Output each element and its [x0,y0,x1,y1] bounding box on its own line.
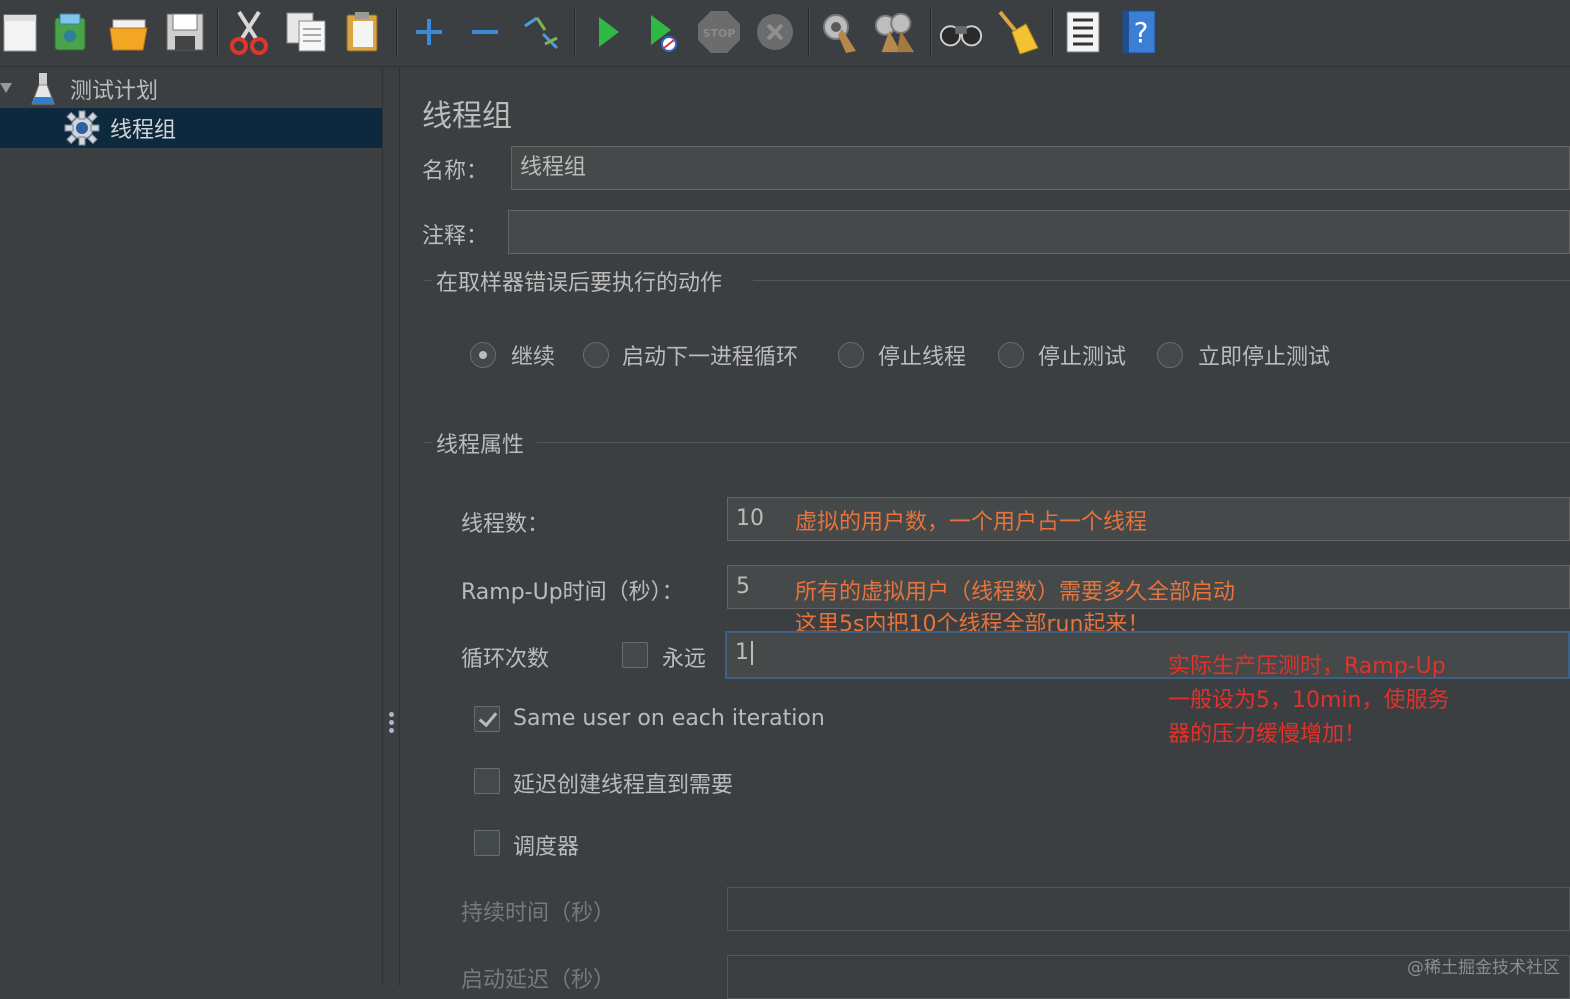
radio-button[interactable] [998,342,1024,368]
group-border [424,280,432,281]
tree-item-test-plan[interactable]: 测试计划 [0,69,382,109]
split-pane-divider[interactable] [382,67,400,986]
group-border [537,442,1570,443]
cut-icon[interactable] [226,6,272,58]
grip-dot [389,728,394,733]
thread-properties-group-title: 线程属性 [436,433,525,458]
threads-annotation: 虚拟的用户数，一个用户占一个线程 [795,510,1148,535]
stop-icon[interactable]: STOP [696,6,742,58]
duration-input[interactable] [727,887,1570,931]
comment-input[interactable] [508,210,1570,254]
svg-text:?: ? [1134,16,1149,49]
toolbar-separator [808,8,810,58]
error-action-group-title: 在取样器错误后要执行的动作 [436,271,723,296]
page-title: 线程组 [422,99,512,134]
toggle-icon[interactable] [518,6,564,58]
function-helper-icon[interactable] [1060,6,1106,58]
radio-button[interactable] [1157,342,1183,368]
red-annotation-3: 器的压力缓慢增加！ [1168,722,1367,747]
loop-count-label: 循环次数 [461,647,550,672]
collapse-icon[interactable] [462,6,508,58]
threads-label: 线程数： [461,512,550,537]
grip-dot [389,712,394,717]
radio-label: 启动下一进程循环 [622,345,799,370]
radio-button[interactable] [583,342,609,368]
gear-icon [64,110,100,152]
templates-icon[interactable] [48,6,94,58]
forever-label: 永远 [662,647,707,672]
group-border [753,280,1570,281]
start-icon[interactable] [584,6,630,58]
toolbar-separator [217,8,219,58]
reset-search-icon[interactable] [994,6,1040,58]
name-label: 名称： [422,159,489,184]
clear-icon[interactable] [816,6,862,58]
startup-delay-label: 启动延迟（秒） [461,968,616,993]
tree-item-label: 测试计划 [70,79,159,104]
comment-label: 注释： [422,224,489,249]
delay-thread-creation-checkbox[interactable] [474,768,500,794]
radio-button[interactable] [838,342,864,368]
toolbar: STOP ? [0,0,1570,67]
expand-arrow-icon[interactable] [0,83,12,93]
radio-label: 停止线程 [878,345,967,370]
clear-all-icon[interactable] [872,6,918,58]
text-cursor [751,641,753,665]
svg-text:STOP: STOP [703,27,736,40]
radio-button[interactable] [470,342,496,368]
red-annotation-2: 一般设为5，10min，使服务 [1168,688,1450,713]
shutdown-icon[interactable] [752,6,798,58]
new-icon[interactable] [0,6,44,58]
radio-label: 继续 [511,345,556,370]
forever-checkbox[interactable] [622,642,648,668]
duration-label: 持续时间（秒） [461,901,616,926]
delay-thread-creation-label: 延迟创建线程直到需要 [513,773,734,798]
radio-label: 停止测试 [1038,345,1127,370]
grip-dot [389,720,394,725]
save-icon[interactable] [162,6,208,58]
red-annotation-1: 实际生产压测时，Ramp-Up [1168,654,1446,679]
tree-item-label: 线程组 [110,118,177,143]
watermark: @稀土掘金技术社区 [1407,958,1560,978]
rampup-annotation-1: 所有的虚拟用户（线程数）需要多久全部启动 [795,580,1236,605]
tree-item-thread-group[interactable]: 线程组 [0,108,382,148]
scheduler-checkbox[interactable] [474,830,500,856]
copy-icon[interactable] [284,6,330,58]
rampup-label: Ramp-Up时间（秒）： [461,580,684,605]
open-icon[interactable] [106,6,152,58]
toolbar-separator [574,8,576,58]
search-icon[interactable] [938,6,984,58]
same-user-label: Same user on each iteration [513,706,825,731]
expand-icon[interactable] [406,6,452,58]
flask-icon [30,71,56,113]
start-no-pauses-icon[interactable] [640,6,686,58]
radio-label: 立即停止测试 [1198,345,1331,370]
toolbar-separator [1052,8,1054,58]
scheduler-label: 调度器 [513,835,580,860]
thread-group-panel: 线程组 名称： 线程组 注释： 在取样器错误后要执行的动作 继续 启动下一进程循… [401,67,1570,999]
toolbar-separator [930,8,932,58]
help-icon[interactable]: ? [1116,6,1162,58]
paste-icon[interactable] [340,6,386,58]
name-input[interactable]: 线程组 [511,146,1570,190]
same-user-checkbox[interactable] [474,706,500,732]
toolbar-separator [396,8,398,58]
group-border [424,442,432,443]
test-plan-tree: 测试计划 线程组 [0,67,382,986]
loop-count-value: 1 [735,640,749,665]
